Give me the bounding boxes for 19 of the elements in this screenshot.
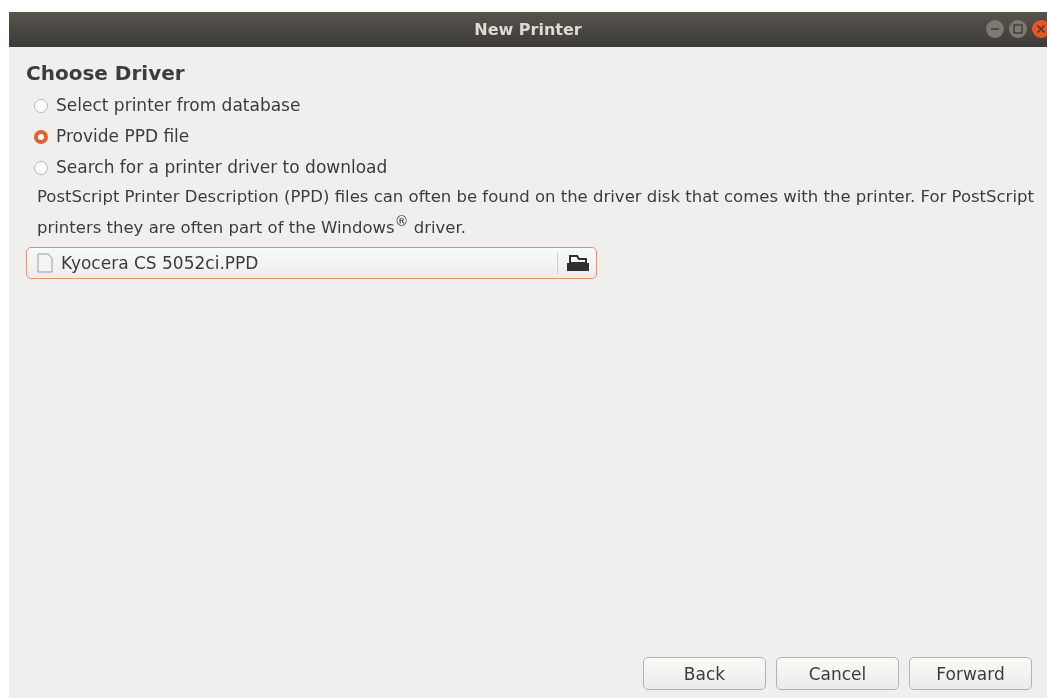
radio-label[interactable]: Search for a printer driver to download: [56, 157, 388, 178]
folder-icon: [566, 253, 590, 272]
dialog-button[interactable]: Back: [643, 657, 766, 690]
description-text: PostScript Printer Description (PPD) files can often be found on the driver disk that comes with the printer. For PostScript printers they are often part of the Windows$^{®}$ driver.: [37, 186, 1035, 239]
section-heading: Choose Driver: [26, 61, 186, 85]
file-chooser-button[interactable]: Kyocera CS 5052ci.PPD: [26, 246, 597, 279]
minimize-icon[interactable]: [985, 19, 1005, 39]
maximize-icon[interactable]: [1008, 19, 1028, 39]
radio-button[interactable]: [34, 98, 48, 113]
window-title: New Printer: [474, 20, 582, 39]
close-icon[interactable]: [1031, 19, 1047, 39]
dialog-button[interactable]: Forward: [909, 657, 1032, 690]
dialog-button[interactable]: Cancel: [776, 657, 899, 690]
radio-button[interactable]: [34, 160, 48, 175]
radio-label[interactable]: Select printer from database: [56, 95, 301, 116]
file-icon: [37, 252, 53, 273]
radio-label[interactable]: Provide PPD file: [56, 126, 190, 147]
file-name: Kyocera CS 5052ci.PPD: [61, 252, 260, 273]
radio-button[interactable]: [34, 129, 48, 144]
